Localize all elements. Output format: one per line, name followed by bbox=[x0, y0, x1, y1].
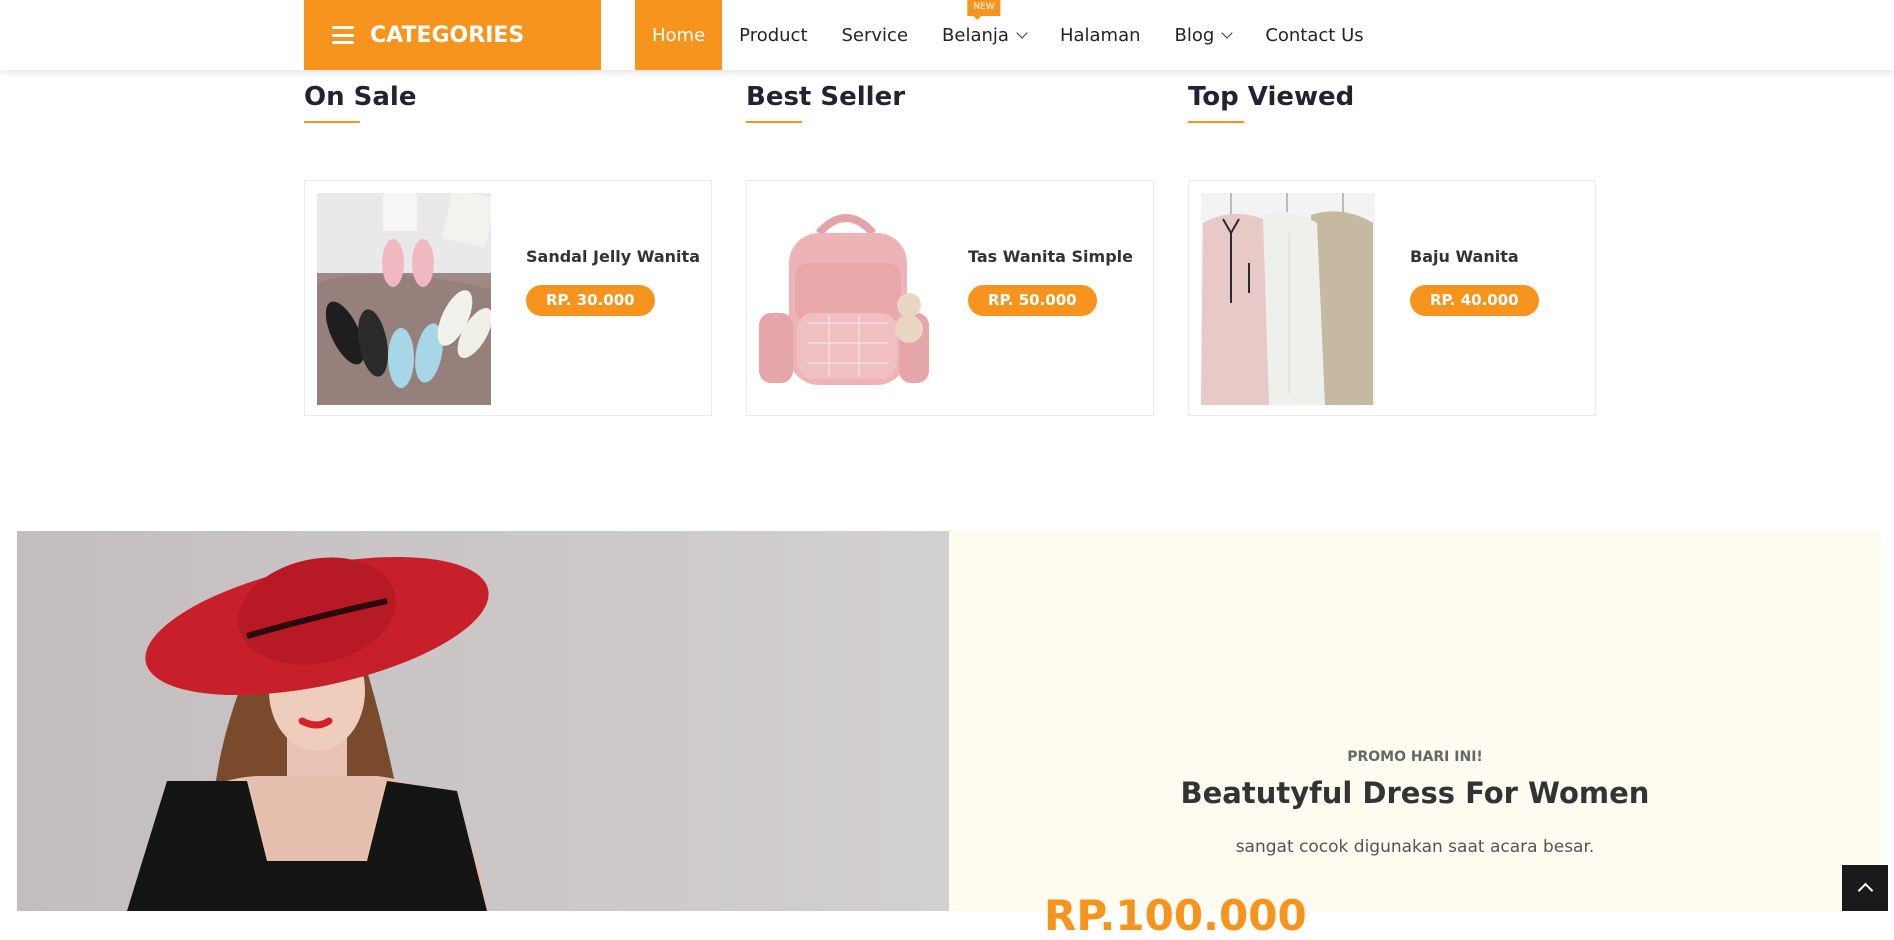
price-badge: RP. 30.000 bbox=[526, 285, 655, 316]
promo-price: RP.100.000 bbox=[1044, 891, 1307, 940]
categories-label: CATEGORIES bbox=[370, 22, 525, 48]
section-title-on-sale: On Sale bbox=[304, 82, 417, 112]
main-nav: Home Product Service NEW Belanja Halaman… bbox=[635, 0, 1381, 70]
nav-label: Contact Us bbox=[1265, 24, 1364, 46]
nav-label: Halaman bbox=[1059, 24, 1141, 46]
categories-button[interactable]: CATEGORIES bbox=[304, 0, 601, 70]
promo-banner-image bbox=[17, 531, 949, 911]
new-badge: NEW bbox=[967, 0, 1001, 20]
chevron-up-icon bbox=[1857, 882, 1873, 899]
nav-item-halaman[interactable]: Halaman bbox=[1043, 0, 1158, 70]
site-header: CATEGORIES Home Product Service NEW Bela… bbox=[0, 0, 1894, 70]
product-name[interactable]: Baju Wanita bbox=[1410, 247, 1519, 266]
promo-banner-content: PROMO HARI INI! Beatutyful Dress For Wom… bbox=[949, 531, 1881, 940]
product-name[interactable]: Sandal Jelly Wanita bbox=[526, 247, 700, 266]
hamburger-menu-icon bbox=[332, 26, 354, 44]
nav-item-service[interactable]: Service bbox=[825, 0, 926, 70]
title-underline bbox=[746, 121, 802, 123]
back-to-top-button[interactable] bbox=[1842, 865, 1888, 911]
price-badge: RP. 50.000 bbox=[968, 285, 1097, 316]
nav-label: Blog bbox=[1174, 24, 1215, 46]
product-card-top-viewed[interactable]: Baju Wanita RP. 40.000 bbox=[1188, 180, 1596, 416]
product-name[interactable]: Tas Wanita Simple bbox=[968, 247, 1133, 266]
product-card-on-sale[interactable]: Sandal Jelly Wanita RP. 30.000 bbox=[304, 180, 712, 416]
nav-item-home[interactable]: Home bbox=[635, 0, 723, 70]
section-title-top-viewed: Top Viewed bbox=[1188, 82, 1355, 112]
nav-item-belanja[interactable]: NEW Belanja bbox=[925, 0, 1043, 70]
promo-label: PROMO HARI INI! bbox=[1347, 749, 1483, 765]
nav-item-contact-us[interactable]: Contact Us bbox=[1248, 0, 1380, 70]
chevron-down-icon bbox=[1221, 27, 1233, 39]
nav-label: Home bbox=[652, 24, 706, 46]
nav-item-blog[interactable]: Blog bbox=[1158, 0, 1249, 70]
title-underline bbox=[304, 121, 360, 123]
price-badge: RP. 40.000 bbox=[1410, 285, 1539, 316]
product-image-shirts[interactable] bbox=[1201, 193, 1375, 405]
product-image-sandal[interactable] bbox=[317, 193, 491, 405]
nav-label: Belanja bbox=[942, 24, 1009, 46]
promo-title: Beatutyful Dress For Women bbox=[1180, 776, 1650, 810]
promo-subtitle: sangat cocok digunakan saat acara besar. bbox=[1235, 837, 1595, 857]
title-underline bbox=[1188, 121, 1244, 123]
section-title-best-seller: Best Seller bbox=[746, 82, 906, 112]
nav-label: Service bbox=[841, 24, 909, 46]
product-card-best-seller[interactable]: Tas Wanita Simple RP. 50.000 bbox=[746, 180, 1154, 416]
nav-item-product[interactable]: Product bbox=[722, 0, 824, 70]
nav-label: Product bbox=[739, 24, 808, 46]
product-image-backpack[interactable] bbox=[759, 193, 933, 405]
chevron-down-icon bbox=[1016, 27, 1028, 39]
